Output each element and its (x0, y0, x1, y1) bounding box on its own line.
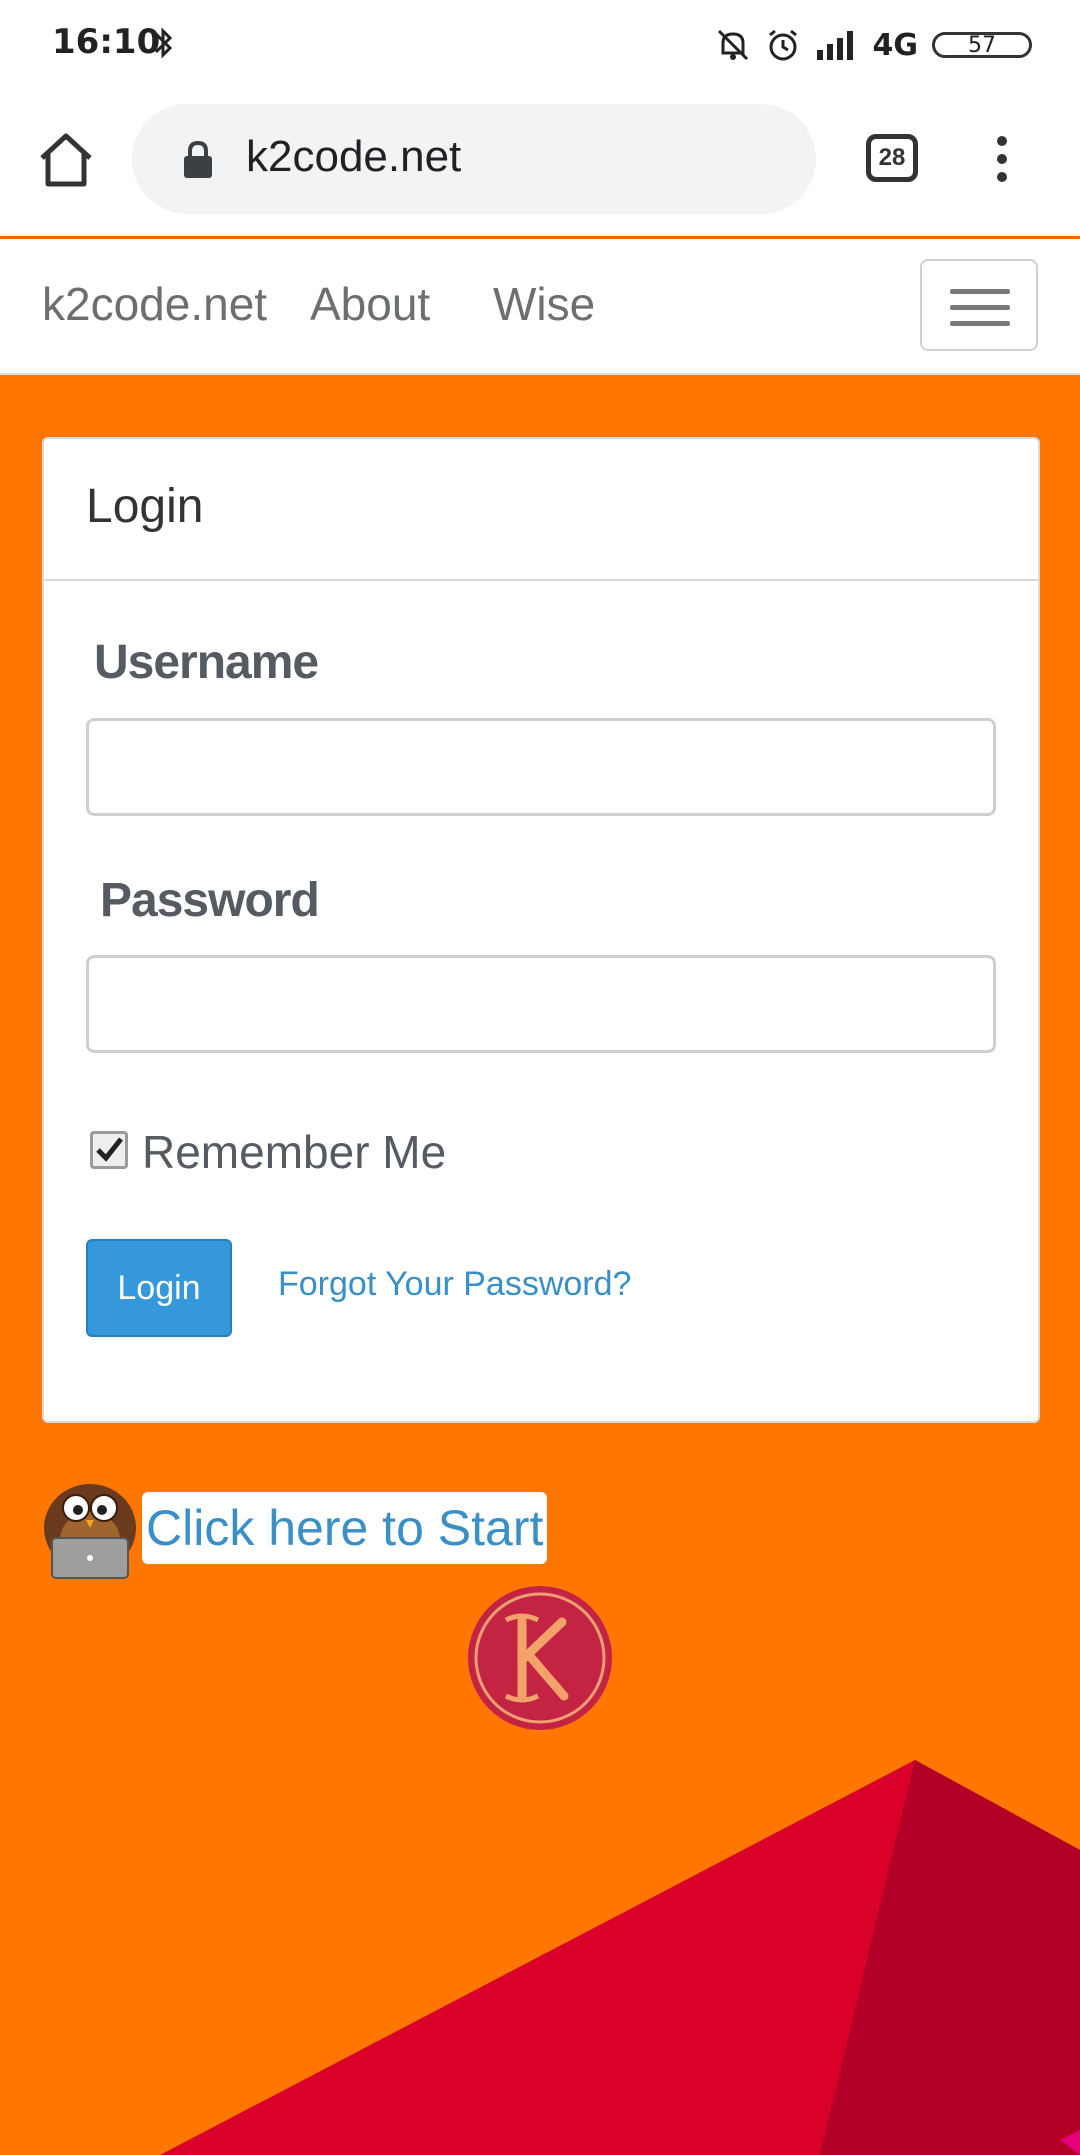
site-navbar: k2code.net About Wise (0, 239, 1080, 375)
bluetooth-icon (154, 27, 173, 59)
nav-link-wise[interactable]: Wise (493, 277, 595, 331)
login-button[interactable]: Login (86, 1239, 232, 1337)
card-title: Login (86, 480, 204, 533)
password-input[interactable] (86, 955, 996, 1053)
lock-icon (184, 140, 212, 178)
alarm-icon (768, 29, 797, 61)
status-bar: 16:10 4G 57 (0, 0, 1080, 90)
browser-toolbar: k2code.net 28 (0, 90, 1080, 236)
nav-link-about[interactable]: About (310, 277, 430, 331)
overflow-menu-icon[interactable] (990, 134, 1014, 184)
password-label: Password (100, 874, 320, 927)
owl-laptop-icon (44, 1484, 136, 1579)
nav-brand[interactable]: k2code.net (42, 277, 267, 331)
signal-icon (816, 31, 853, 60)
mute-bell-icon (717, 29, 748, 61)
remember-me-checkbox[interactable] (90, 1131, 128, 1169)
battery-level: 57 (968, 32, 996, 58)
tab-count: 28 (878, 144, 906, 171)
checkmark-icon (96, 1137, 123, 1162)
k-logo-icon (468, 1586, 612, 1730)
nav-toggle-button[interactable] (920, 259, 1038, 351)
decorative-background-shape (160, 1760, 1080, 2155)
status-time: 16:10 (52, 22, 161, 62)
remember-me-label[interactable]: Remember Me (142, 1125, 446, 1179)
start-link[interactable]: Click here to Start (142, 1492, 548, 1564)
home-icon[interactable] (36, 130, 96, 190)
username-label: Username (94, 636, 319, 689)
forgot-password-link[interactable]: Forgot Your Password? (278, 1265, 631, 1304)
battery-indicator: 57 (932, 32, 1032, 58)
card-header: Login (44, 439, 1038, 581)
username-input[interactable] (86, 718, 996, 816)
login-card: Login Username Password Remember Me Logi… (42, 437, 1040, 1423)
url-text: k2code.net (246, 132, 462, 181)
tab-switcher-button[interactable]: 28 (866, 134, 918, 182)
hamburger-icon (950, 289, 1010, 294)
network-type: 4G (872, 27, 919, 63)
address-bar[interactable]: k2code.net (132, 104, 816, 214)
